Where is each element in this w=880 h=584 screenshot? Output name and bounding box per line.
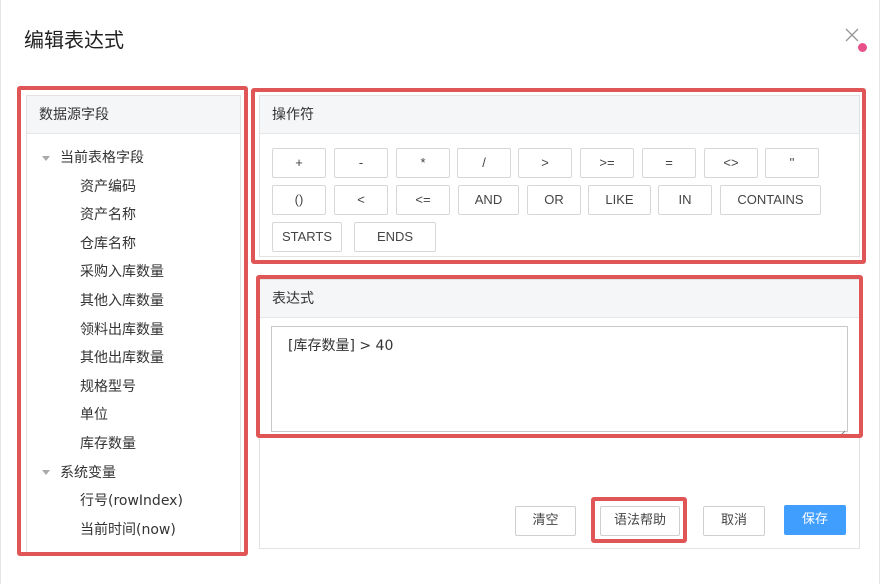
tree-field-item[interactable]: 资产名称 — [27, 201, 240, 230]
caret-down-icon — [42, 470, 50, 476]
tree-field-item[interactable]: 其他入库数量 — [27, 287, 240, 316]
operator-button[interactable]: <= — [396, 185, 450, 215]
operator-button[interactable]: <> — [704, 148, 758, 178]
close-icon[interactable] — [843, 26, 861, 44]
resize-grip-icon[interactable] — [838, 423, 846, 438]
operators-panel: 操作符 + - * / > >= = <> '' () < <= AND OR LIKE IN CONTAINS… — [259, 95, 860, 257]
operator-button[interactable]: >= — [580, 148, 634, 178]
field-tree: 当前表格字段资产编码 资产名称 仓库名称 采购入库数量 其他入库数量 领料出库数量 其他出库… — [27, 134, 240, 544]
notification-dot — [858, 43, 867, 52]
operator-button[interactable]: + — [272, 148, 326, 178]
operator-button[interactable]: CONTAINS — [720, 185, 821, 215]
tree-field-item[interactable]: 资产编码 — [27, 173, 240, 202]
caret-down-icon — [42, 155, 50, 161]
operator-button[interactable]: / — [457, 148, 511, 178]
operator-button[interactable]: LIKE — [588, 185, 651, 215]
tree-group-0[interactable]: 当前表格字段 — [27, 144, 240, 173]
tree-field-item[interactable]: 当前时间(now) — [27, 516, 240, 545]
operator-button[interactable]: > — [518, 148, 572, 178]
tree-field-item[interactable]: 采购入库数量 — [27, 258, 240, 287]
expression-panel-header: 表达式 — [260, 280, 859, 318]
operators-panel-header: 操作符 — [260, 96, 859, 134]
operator-button[interactable]: () — [272, 185, 326, 215]
tree-field-item[interactable]: 规格型号 — [27, 373, 240, 402]
tree-field-item[interactable]: 库存数量 — [27, 430, 240, 459]
operator-button[interactable]: OR — [527, 185, 581, 215]
operator-button[interactable]: ENDS — [354, 222, 436, 252]
data-source-fields-panel: 数据源字段 当前表格字段资产编码 资产名称 仓库名称 采购入库数量 其他入库数量 领料出库… — [26, 95, 241, 554]
cancel-button[interactable]: 取消 — [703, 506, 765, 536]
tree-group-label: 系统变量 — [60, 464, 116, 481]
expression-input[interactable]: [库存数量] > 40 — [271, 326, 848, 432]
operator-button[interactable]: STARTS — [272, 222, 342, 252]
tree-field-item[interactable]: 领料出库数量 — [27, 316, 240, 345]
tree-field-item[interactable]: 单位 — [27, 401, 240, 430]
tree-group-label: 当前表格字段 — [60, 150, 144, 166]
tree-field-item[interactable]: 行号(rowIndex) — [27, 487, 240, 516]
operator-button[interactable]: = — [642, 148, 696, 178]
edit-expression-dialog: 编辑表达式 数据源字段 当前表格字段资产编码 资产名称 仓库名称 采购入库数量 其他入库… — [0, 0, 880, 584]
operator-button[interactable]: IN — [658, 185, 712, 215]
fields-panel-header: 数据源字段 — [27, 96, 240, 134]
operator-button[interactable]: < — [334, 185, 388, 215]
clear-button[interactable]: 清空 — [515, 506, 576, 536]
operator-button[interactable]: * — [396, 148, 450, 178]
dialog-title: 编辑表达式 — [24, 28, 124, 52]
tree-field-item[interactable]: 其他出库数量 — [27, 344, 240, 373]
save-button[interactable]: 保存 — [784, 505, 846, 535]
operator-grid: + - * / > >= = <> '' () < <= AND OR LIKE IN CONTAINS STAR… — [260, 134, 859, 254]
operator-button[interactable]: AND — [458, 185, 519, 215]
tree-group-1[interactable]: 系统变量 — [27, 459, 240, 488]
operator-button[interactable]: - — [334, 148, 388, 178]
operator-button[interactable]: '' — [765, 148, 819, 178]
tree-field-item[interactable]: 仓库名称 — [27, 230, 240, 259]
syntax-help-button[interactable]: 语法帮助 — [600, 506, 680, 536]
